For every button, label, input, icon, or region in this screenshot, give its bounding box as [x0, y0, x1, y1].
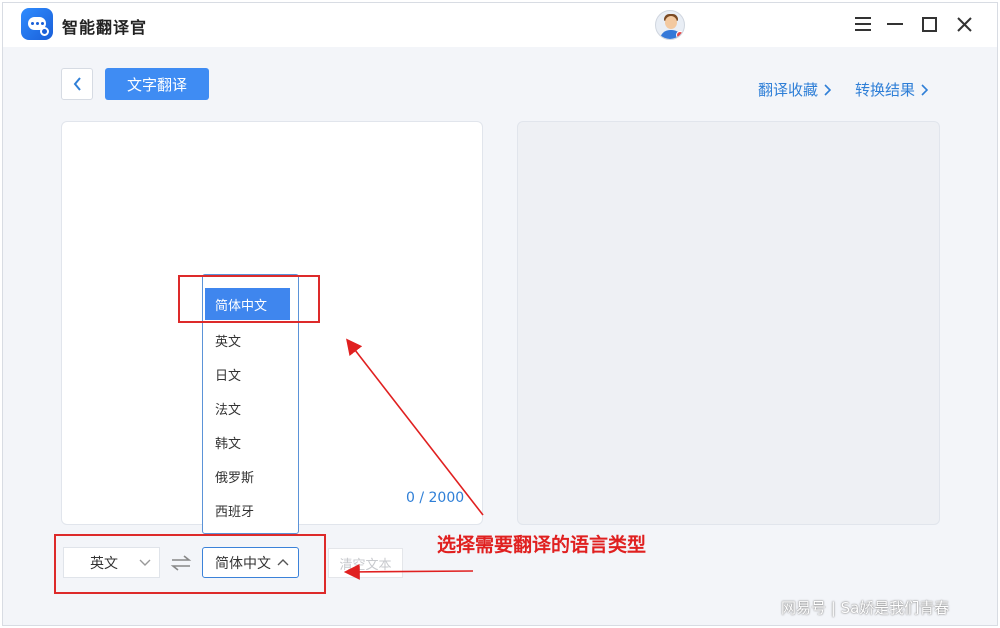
close-icon[interactable]: [953, 13, 975, 35]
results-link[interactable]: 转换结果: [855, 79, 929, 100]
chevron-right-icon: [824, 83, 832, 96]
language-option[interactable]: 英文: [215, 331, 241, 350]
clear-text-button[interactable]: 清空文本: [328, 548, 403, 578]
app-title: 智能翻译官: [62, 18, 148, 37]
minimize-icon[interactable]: [884, 13, 906, 35]
translation-output-area: [517, 121, 940, 525]
language-option[interactable]: 西班牙: [215, 501, 254, 520]
language-option[interactable]: 法文: [215, 399, 241, 418]
watermark: 网易号 | Sa娇是我们青春: [781, 599, 950, 617]
back-button[interactable]: [61, 68, 93, 100]
char-count: 0 / 2000: [406, 490, 465, 506]
language-option[interactable]: 日文: [215, 365, 241, 384]
favorites-link[interactable]: 翻译收藏: [758, 79, 832, 100]
text-translate-button[interactable]: 文字翻译: [105, 68, 209, 100]
menu-icon[interactable]: [852, 13, 874, 35]
title-bar: 智能翻译官: [3, 3, 997, 47]
highlight-box-dropdown: [178, 275, 320, 323]
favorites-link-label: 翻译收藏: [758, 81, 819, 99]
results-link-label: 转换结果: [855, 81, 916, 99]
user-avatar[interactable]: [655, 10, 685, 40]
language-option[interactable]: 韩文: [215, 433, 241, 452]
app-logo-icon: [21, 8, 53, 40]
language-option[interactable]: 俄罗斯: [215, 467, 254, 486]
maximize-icon[interactable]: [918, 13, 940, 35]
chevron-right-icon: [921, 83, 929, 96]
chevron-left-icon: [73, 77, 81, 91]
highlight-box-controls: [54, 534, 326, 594]
annotation-text: 选择需要翻译的语言类型: [437, 534, 647, 556]
